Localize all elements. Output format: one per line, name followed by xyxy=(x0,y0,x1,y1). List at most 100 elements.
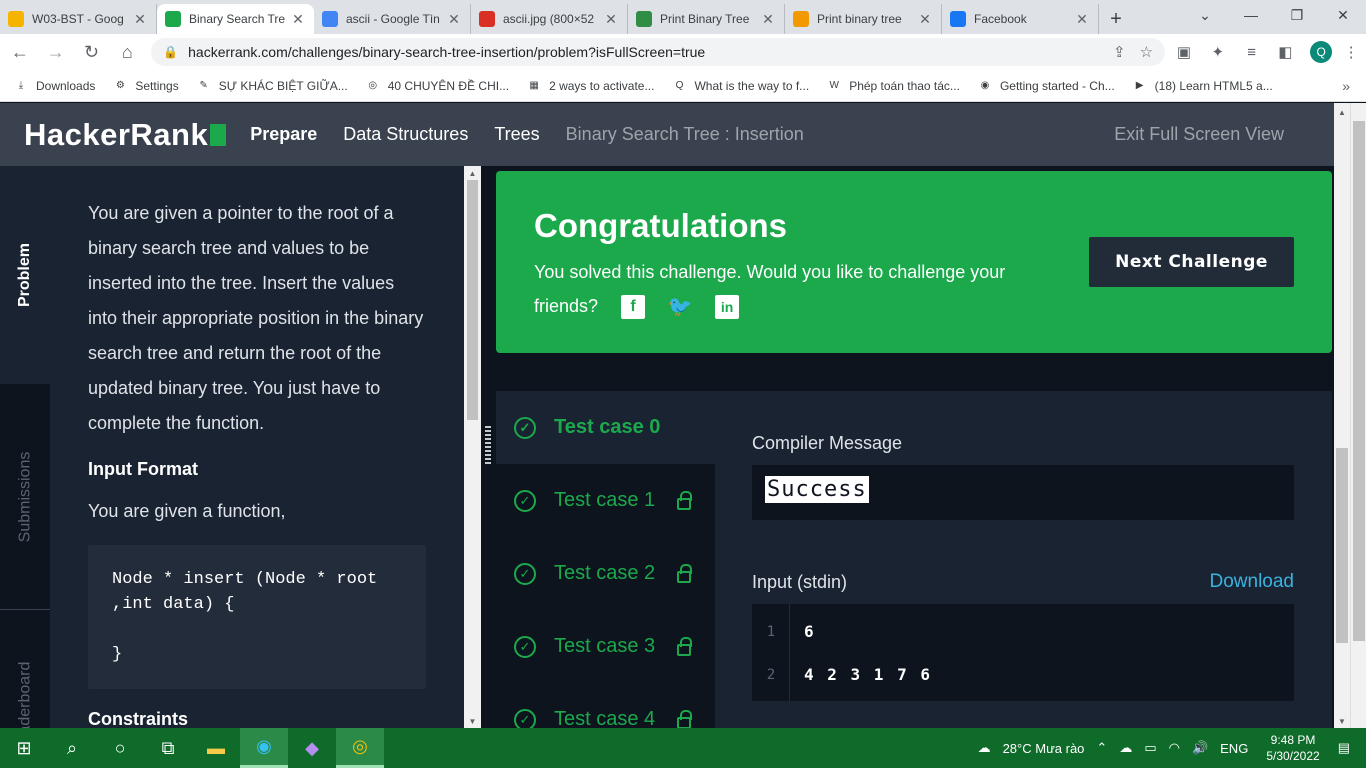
hackerrank-logo[interactable]: HackerRank xyxy=(24,117,227,153)
test-case-item[interactable]: ✓ Test case 2 xyxy=(496,537,715,610)
side-panel-icon[interactable]: ◧ xyxy=(1270,37,1300,67)
file-explorer-icon[interactable]: ▬ xyxy=(192,728,240,768)
back-icon[interactable]: ← xyxy=(4,36,36,68)
close-tab-icon[interactable]: ✕ xyxy=(132,11,148,28)
cortana-icon[interactable]: ○ xyxy=(96,728,144,768)
new-tab-button[interactable]: + xyxy=(1099,4,1133,34)
facebook-share-icon[interactable]: f xyxy=(621,295,646,320)
bookmark-item[interactable]: ⚙ Settings xyxy=(113,79,179,93)
home-icon[interactable]: ⌂ xyxy=(111,36,143,68)
more-bookmarks-icon[interactable]: » xyxy=(1342,78,1350,94)
browser-tab[interactable]: ascii.jpg (800×52 ✕ xyxy=(471,4,628,34)
browser-menu-icon[interactable]: ⋮ xyxy=(1336,37,1366,67)
wifi-icon[interactable]: ◠ xyxy=(1169,740,1180,756)
twitter-share-icon[interactable]: 🐦 xyxy=(668,295,693,319)
clock[interactable]: 9:48 PM 5/30/2022 xyxy=(1266,732,1319,764)
bookmark-item[interactable]: Q What is the way to f... xyxy=(672,79,810,93)
bookmark-item[interactable]: W Phép toán thao tác... xyxy=(827,78,960,93)
close-window-button[interactable]: ✕ xyxy=(1320,0,1366,30)
browser-tab[interactable]: Print binary tree ✕ xyxy=(785,4,942,34)
tab-problem[interactable]: Problem xyxy=(0,166,50,384)
close-tab-icon[interactable]: ✕ xyxy=(760,11,776,28)
bookmark-star-icon[interactable]: ☆ xyxy=(1140,43,1153,61)
browser-tab-title: Print Binary Tree xyxy=(660,12,750,26)
linkedin-share-icon[interactable]: in xyxy=(715,295,740,320)
tab-submissions[interactable]: Submissions xyxy=(0,384,50,610)
forward-icon[interactable]: → xyxy=(40,36,72,68)
close-tab-icon[interactable]: ✕ xyxy=(1074,11,1090,28)
problem-scrollbar[interactable]: ▲ ▼ xyxy=(464,166,481,728)
side-tabs: Problem Submissions Leaderboard xyxy=(0,166,50,746)
visual-studio-icon[interactable]: ◆ xyxy=(288,728,336,768)
problem-statement: You are given a pointer to the root of a… xyxy=(50,166,464,728)
extensions-puzzle-icon[interactable]: ✦ xyxy=(1203,37,1233,67)
browser-tab-title: Facebook xyxy=(974,12,1027,26)
weather-icon[interactable]: ☁ xyxy=(978,740,991,756)
drag-grip-icon[interactable] xyxy=(485,426,491,466)
crumb-prepare[interactable]: Prepare xyxy=(250,124,317,145)
bookmark-item[interactable]: ⤓ Downloads xyxy=(14,79,96,93)
test-case-item[interactable]: ✓ Test case 1 xyxy=(496,464,715,537)
page-scrollbar[interactable] xyxy=(1350,103,1366,728)
download-link[interactable]: Download xyxy=(1210,571,1295,593)
battery-icon[interactable]: ▭ xyxy=(1144,740,1156,756)
bookmark-item[interactable]: ▦ 2 ways to activate... xyxy=(527,79,654,93)
crumb-trees[interactable]: Trees xyxy=(494,124,539,145)
test-case-item[interactable]: ✓ Test case 3 xyxy=(496,610,715,683)
gfg-icon xyxy=(636,11,652,27)
onedrive-icon[interactable]: ☁ xyxy=(1119,740,1132,756)
media-queue-icon[interactable]: ≡ xyxy=(1237,37,1267,67)
browser-tab[interactable]: ascii - Google Tìn ✕ xyxy=(314,4,471,34)
share-icon[interactable]: ⇪ xyxy=(1113,43,1126,61)
reload-icon[interactable]: ↻ xyxy=(76,36,108,68)
tab-search-icon[interactable]: ⌄ xyxy=(1182,0,1228,30)
volume-icon[interactable]: 🔊 xyxy=(1192,740,1208,756)
test-case-item[interactable]: ✓ Test case 0 xyxy=(496,391,715,464)
exit-fullscreen-link[interactable]: Exit Full Screen View xyxy=(1114,124,1284,145)
restore-button[interactable]: ❐ xyxy=(1274,0,1320,30)
browser-tab[interactable]: W03-BST - Goog ✕ xyxy=(0,4,157,34)
results-scrollbar[interactable]: ▲ ▼ xyxy=(1334,103,1350,728)
windows-start-icon[interactable]: ⊞ xyxy=(0,728,48,768)
notifications-icon[interactable]: ▤ xyxy=(1338,740,1350,756)
target-icon: ◎ xyxy=(368,80,378,91)
close-tab-icon[interactable]: ✕ xyxy=(603,11,619,28)
function-signature-code: Node * insert (Node * root ,int data) { … xyxy=(88,545,426,689)
browser-tab[interactable]: Facebook ✕ xyxy=(942,4,1099,34)
scrollbar-thumb[interactable] xyxy=(1336,448,1348,643)
bookmark-item[interactable]: ◎ 40 CHUYÊN ĐỀ CHI... xyxy=(366,79,509,93)
system-tray: ☁ 28°C Mưa rào ⌃ ☁ ▭ ◠ 🔊 ENG 9:48 PM 5/3… xyxy=(972,728,1366,768)
crumb-data-structures[interactable]: Data Structures xyxy=(343,124,468,145)
profile-avatar[interactable]: Q xyxy=(1310,41,1333,63)
scroll-down-arrow-icon[interactable]: ▼ xyxy=(1334,714,1350,728)
scrollbar-thumb[interactable] xyxy=(467,180,478,420)
language-indicator[interactable]: ENG xyxy=(1220,741,1248,756)
scroll-down-arrow-icon[interactable]: ▼ xyxy=(464,714,481,728)
show-hidden-icons-icon[interactable]: ⌃ xyxy=(1096,740,1107,756)
extension-avatar-icon[interactable]: ▣ xyxy=(1169,37,1199,67)
chrome-taskbar-icon[interactable]: ◎ xyxy=(336,728,384,768)
bookmark-item[interactable]: ✎ SỰ KHÁC BIỆT GIỮA... xyxy=(197,79,348,93)
browser-tab[interactable]: Binary Search Tre ✕ xyxy=(157,4,314,34)
facebook-icon xyxy=(950,11,966,27)
bookmark-label: Phép toán thao tác... xyxy=(849,78,960,93)
scroll-up-arrow-icon[interactable]: ▲ xyxy=(1334,105,1350,119)
minimize-button[interactable]: — xyxy=(1228,0,1274,30)
close-tab-icon[interactable]: ✕ xyxy=(917,11,933,28)
bookmark-item[interactable]: ▶ (18) Learn HTML5 a... xyxy=(1133,79,1273,93)
bookmark-label: (18) Learn HTML5 a... xyxy=(1154,78,1273,93)
task-view-icon[interactable]: ⧉ xyxy=(144,728,192,768)
close-tab-icon[interactable]: ✕ xyxy=(290,11,306,28)
close-tab-icon[interactable]: ✕ xyxy=(446,11,462,28)
search-icon[interactable]: ⌕ xyxy=(48,728,96,768)
next-challenge-button[interactable]: Next Challenge xyxy=(1089,237,1294,287)
browser-tab[interactable]: Print Binary Tree ✕ xyxy=(628,4,785,34)
panel-resize-handle[interactable] xyxy=(481,166,496,728)
edge-browser-icon[interactable]: ◉ xyxy=(240,728,288,768)
address-bar[interactable]: 🔒 hackerrank.com/challenges/binary-searc… xyxy=(151,38,1166,66)
weather-text[interactable]: 28°C Mưa rào xyxy=(1003,741,1085,756)
results-panel: Congratulations You solved this challeng… xyxy=(496,166,1334,731)
scroll-up-arrow-icon[interactable]: ▲ xyxy=(464,166,481,180)
scrollbar-thumb[interactable] xyxy=(1353,121,1365,641)
bookmark-item[interactable]: ◉ Getting started - Ch... xyxy=(978,79,1115,93)
